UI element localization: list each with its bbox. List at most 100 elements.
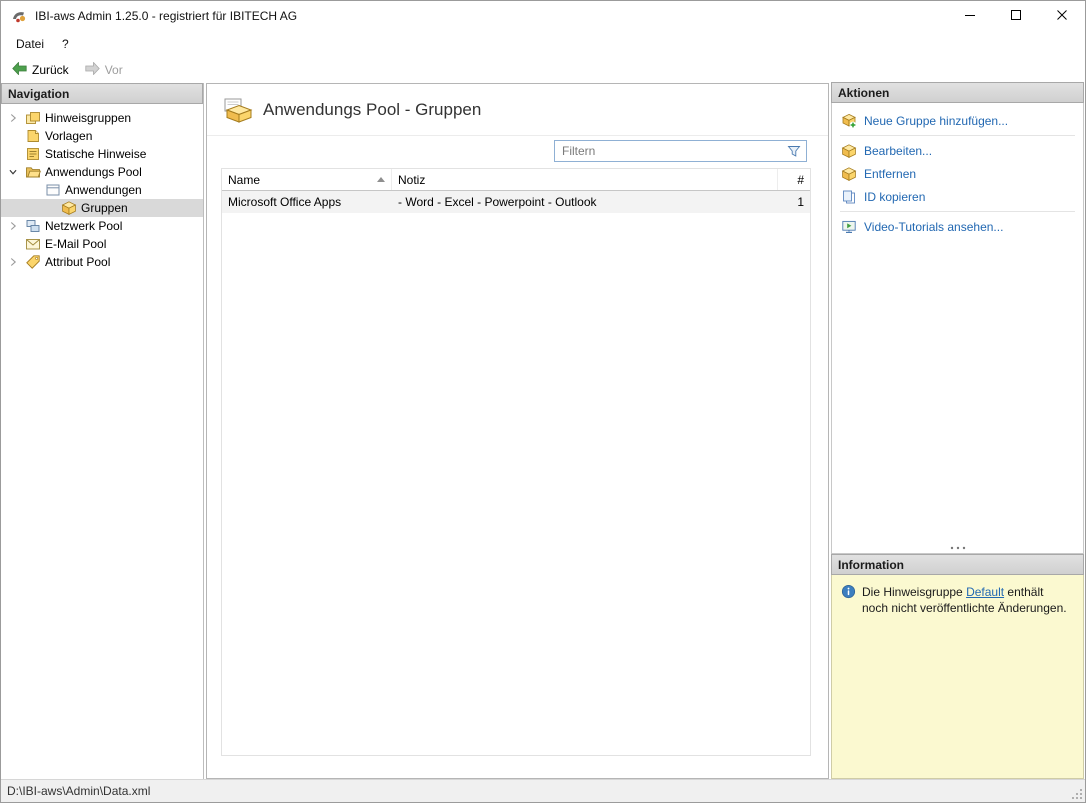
navigation-panel: Navigation Hinweisgruppen Vorlagen Stati… <box>1 83 204 779</box>
edit-group-icon <box>841 143 857 159</box>
information-text: Die Hinweisgruppe Default enthält noch n… <box>862 584 1071 616</box>
static-notice-icon <box>25 146 41 162</box>
close-icon <box>1057 9 1067 23</box>
nav-item-anwendungen[interactable]: Anwendungen <box>1 181 203 199</box>
action-video-tutorials[interactable]: Video-Tutorials ansehen... <box>832 215 1083 238</box>
network-icon <box>25 218 41 234</box>
chevron-down-icon[interactable] <box>6 164 20 180</box>
nav-item-label: E-Mail Pool <box>45 237 107 251</box>
info-icon <box>841 584 856 599</box>
forward-button[interactable]: Vor <box>80 59 128 81</box>
actions-section: Aktionen Neue Gruppe hinzufügen... Bearb… <box>831 82 1084 554</box>
nav-item-label: Gruppen <box>81 201 128 215</box>
action-label: Entfernen <box>864 166 917 181</box>
data-file-path: D:\IBI-aws\Admin\Data.xml <box>7 784 151 798</box>
row-count-cell: 1 <box>797 195 804 209</box>
information-panel-header: Information <box>831 554 1084 575</box>
column-header-label: Notiz <box>398 172 426 187</box>
forward-label: Vor <box>104 62 123 77</box>
template-icon <box>25 128 41 144</box>
info-text-before: Die Hinweisgruppe <box>862 585 967 599</box>
action-remove[interactable]: Entfernen <box>832 162 1083 185</box>
maximize-button[interactable] <box>993 1 1039 31</box>
nav-item-label: Anwendungs Pool <box>45 165 142 179</box>
menubar: Datei ? <box>1 31 1085 57</box>
back-button[interactable]: Zurück <box>7 59 74 81</box>
page-title: Anwendungs Pool - Gruppen <box>263 99 482 119</box>
window-controls <box>947 1 1085 31</box>
nav-item-netzwerk-pool[interactable]: Netzwerk Pool <box>1 217 203 235</box>
column-header-label: Name <box>228 172 261 187</box>
default-group-link[interactable]: Default <box>966 585 1004 599</box>
action-copy-id[interactable]: ID kopieren <box>832 185 1083 208</box>
column-header-notiz[interactable]: Notiz <box>392 169 778 190</box>
app-window: IBI-aws Admin 1.25.0 - registriert für I… <box>0 0 1086 803</box>
resize-grip[interactable] <box>1069 786 1083 800</box>
minimize-icon <box>965 9 975 23</box>
action-label: Bearbeiten... <box>864 143 933 158</box>
column-header-count[interactable]: # <box>778 169 810 190</box>
add-group-icon <box>841 113 857 129</box>
main-content-panel: Anwendungs Pool - Gruppen Name Notiz <box>206 83 829 779</box>
nav-item-label: Vorlagen <box>45 129 93 143</box>
table-header-row: Name Notiz # <box>222 169 810 191</box>
back-label: Zurück <box>32 62 69 77</box>
forward-arrow-icon <box>85 60 100 78</box>
navigation-tree: Hinweisgruppen Vorlagen Statische Hinwei… <box>1 104 203 271</box>
chevron-right-icon[interactable] <box>6 218 20 234</box>
nav-item-label: Attribut Pool <box>45 255 111 269</box>
filter-input[interactable] <box>555 144 787 158</box>
groups-table: Name Notiz # Microsoft Office Apps - Wor… <box>221 168 811 756</box>
app-logo-icon <box>11 8 27 24</box>
table-row[interactable]: Microsoft Office Apps - Word - Excel - P… <box>222 191 810 213</box>
nav-item-email-pool[interactable]: E-Mail Pool <box>1 235 203 253</box>
application-window-icon <box>45 182 61 198</box>
panel-splitter-handle[interactable] <box>832 546 1083 550</box>
open-folder-icon <box>25 164 41 180</box>
statusbar: D:\IBI-aws\Admin\Data.xml <box>1 779 1085 802</box>
actions-list: Neue Gruppe hinzufügen... Bearbeiten... … <box>832 103 1083 238</box>
group-box-icon <box>61 200 77 216</box>
action-label: Video-Tutorials ansehen... <box>864 219 1004 234</box>
action-add-group[interactable]: Neue Gruppe hinzufügen... <box>832 109 1083 132</box>
nav-item-vorlagen[interactable]: Vorlagen <box>1 127 203 145</box>
filter-row <box>207 136 828 166</box>
row-notiz-cell: - Word - Excel - Powerpoint - Outlook <box>398 195 597 209</box>
nav-item-label: Hinweisgruppen <box>45 111 132 125</box>
notice-groups-icon <box>25 110 41 126</box>
navigation-toolbar: Zurück Vor <box>1 57 1085 82</box>
actions-panel-header: Aktionen <box>831 82 1084 103</box>
nav-item-hinweisgruppen[interactable]: Hinweisgruppen <box>1 109 203 127</box>
nav-item-anwendungs-pool[interactable]: Anwendungs Pool <box>1 163 203 181</box>
nav-item-statische-hinweise[interactable]: Statische Hinweise <box>1 145 203 163</box>
nav-item-label: Statische Hinweise <box>45 147 147 161</box>
chevron-right-icon[interactable] <box>6 110 20 126</box>
window-title: IBI-aws Admin 1.25.0 - registriert für I… <box>35 9 298 23</box>
column-header-label: # <box>797 172 804 187</box>
row-name-cell: Microsoft Office Apps <box>228 195 342 209</box>
filter-funnel-icon[interactable] <box>787 144 801 158</box>
nav-item-label: Netzwerk Pool <box>45 219 123 233</box>
minimize-button[interactable] <box>947 1 993 31</box>
navigation-panel-header: Navigation <box>1 83 203 104</box>
chevron-right-icon[interactable] <box>6 254 20 270</box>
attribute-tag-icon <box>25 254 41 270</box>
sort-ascending-icon <box>377 177 385 182</box>
nav-item-attribut-pool[interactable]: Attribut Pool <box>1 253 203 271</box>
actions-separator <box>840 135 1075 136</box>
information-section: Information Die Hinweisgruppe Default en… <box>831 554 1084 779</box>
menu-datei[interactable]: Datei <box>7 34 53 54</box>
filter-box <box>554 140 807 162</box>
video-tutorials-icon <box>841 219 857 235</box>
nav-item-label: Anwendungen <box>65 183 142 197</box>
column-header-name[interactable]: Name <box>222 169 392 190</box>
information-body: Die Hinweisgruppe Default enthält noch n… <box>831 575 1084 779</box>
close-button[interactable] <box>1039 1 1085 31</box>
nav-item-gruppen[interactable]: Gruppen <box>1 199 203 217</box>
back-arrow-icon <box>12 60 27 78</box>
action-edit[interactable]: Bearbeiten... <box>832 139 1083 162</box>
actions-separator <box>840 211 1075 212</box>
menu-help[interactable]: ? <box>53 34 78 54</box>
right-panel: Aktionen Neue Gruppe hinzufügen... Bearb… <box>831 82 1084 779</box>
action-label: ID kopieren <box>864 189 926 204</box>
